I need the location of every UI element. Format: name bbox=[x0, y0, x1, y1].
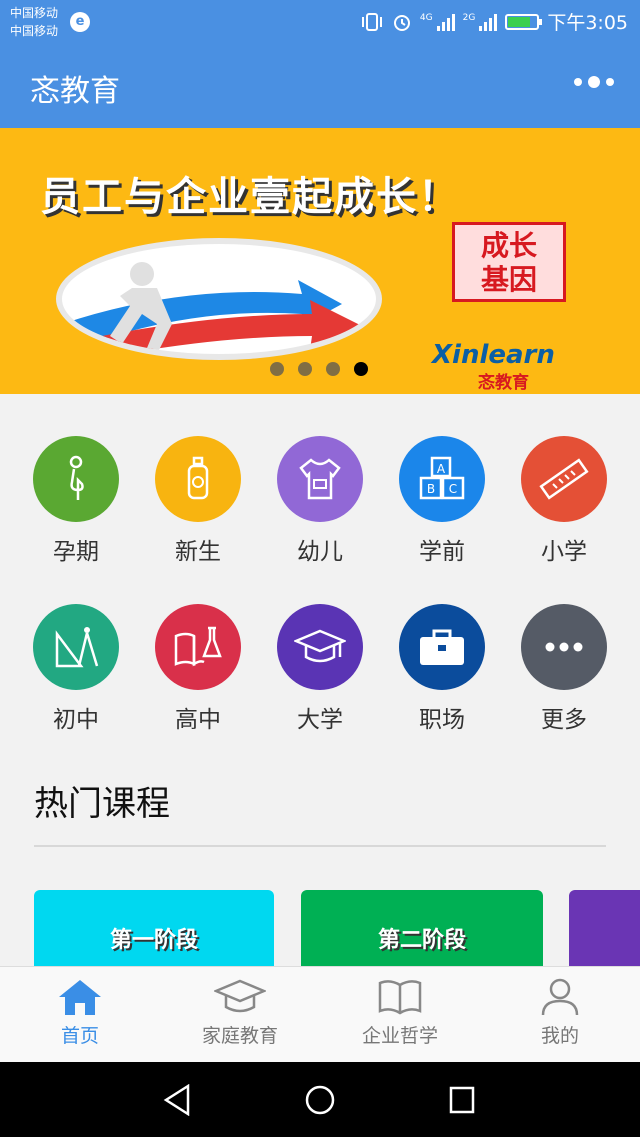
tab-family-education[interactable]: 家庭教育 bbox=[160, 977, 320, 1048]
category-circle bbox=[399, 604, 485, 690]
home-icon bbox=[59, 980, 101, 1015]
category-label: 新生 bbox=[175, 539, 221, 565]
app-header: 忞教育 bbox=[0, 44, 640, 128]
tab-label: 企业哲学 bbox=[361, 1025, 438, 1047]
category-preschool[interactable]: ABC 学前 bbox=[382, 436, 502, 566]
category-primary[interactable]: 小学 bbox=[504, 436, 624, 566]
growth-arrows-illustration bbox=[56, 238, 382, 360]
signal-strength-2-icon: 2G bbox=[463, 13, 498, 31]
back-icon[interactable] bbox=[162, 1084, 192, 1116]
carousel-dot-active[interactable] bbox=[354, 362, 368, 376]
carousel-dot[interactable] bbox=[326, 362, 340, 376]
carrier-2: 中国移动 bbox=[10, 24, 59, 38]
bottom-tab-bar: 首页 家庭教育 企业哲学 我的 bbox=[0, 966, 640, 1062]
category-circle bbox=[277, 604, 363, 690]
category-label: 初中 bbox=[53, 707, 99, 733]
graduation-cap-icon bbox=[214, 979, 266, 1013]
network-type-2: 2G bbox=[462, 12, 476, 23]
category-more[interactable]: 更多 bbox=[504, 604, 624, 734]
category-circle bbox=[521, 436, 607, 522]
status-indicators: 4G 2G 下午3:05 bbox=[360, 8, 628, 35]
tab-me[interactable]: 我的 bbox=[480, 977, 640, 1048]
divider bbox=[34, 845, 606, 847]
stamp-line-1: 成长 bbox=[480, 229, 537, 262]
more-dots-icon[interactable] bbox=[574, 76, 614, 88]
carousel-indicator bbox=[270, 362, 368, 376]
graduation-cap-icon bbox=[294, 629, 346, 663]
category-workplace[interactable]: 职场 bbox=[382, 604, 502, 734]
battery-icon bbox=[505, 13, 543, 30]
category-label: 职场 bbox=[419, 707, 465, 733]
open-book-icon bbox=[378, 980, 422, 1015]
clock: 下午3:05 bbox=[547, 12, 628, 34]
course-card-label: 第一阶段 bbox=[109, 928, 198, 953]
category-pregnancy[interactable]: 孕期 bbox=[16, 436, 136, 566]
pregnant-icon bbox=[69, 455, 84, 500]
category-label: 学前 bbox=[419, 539, 465, 565]
carousel-dot[interactable] bbox=[298, 362, 312, 376]
abc-blocks-icon: AB C bbox=[419, 456, 465, 500]
category-circle: ABC bbox=[399, 436, 485, 522]
svg-text:C: C bbox=[449, 482, 457, 496]
tab-label: 我的 bbox=[540, 1025, 579, 1047]
tab-label: 首页 bbox=[60, 1025, 99, 1047]
category-toddler[interactable]: 幼儿 bbox=[260, 436, 380, 566]
category-circle bbox=[277, 436, 363, 522]
signal-strength-1-icon: 4G bbox=[420, 13, 455, 31]
carousel-dot[interactable] bbox=[270, 362, 284, 376]
category-label: 小学 bbox=[541, 539, 587, 565]
brand-logo-cn: 忞教育 bbox=[478, 373, 529, 393]
system-navigation-bar bbox=[0, 1062, 640, 1137]
tab-corporate-philosophy[interactable]: 企业哲学 bbox=[320, 977, 480, 1048]
course-card[interactable] bbox=[569, 890, 640, 970]
stamp-line-2: 基因 bbox=[480, 263, 537, 296]
banner-carousel[interactable]: 员工与企业壹起成长！ 成长 基因 Xinlearn 忞教育 bbox=[0, 128, 640, 394]
home-circle-icon[interactable] bbox=[304, 1084, 336, 1116]
baby-bottle-icon bbox=[187, 456, 209, 500]
category-junior-high[interactable]: 初中 bbox=[16, 604, 136, 734]
compass-triangle-icon bbox=[55, 627, 99, 668]
section-title-hot-courses: 热门课程 bbox=[34, 784, 170, 824]
category-circle bbox=[33, 436, 119, 522]
category-label: 更多 bbox=[541, 707, 587, 733]
course-card[interactable]: 第一阶段 bbox=[34, 890, 274, 970]
onesie-icon bbox=[299, 458, 341, 500]
brand-logo-en: Xinlearn bbox=[432, 340, 555, 370]
recents-icon[interactable] bbox=[448, 1084, 476, 1116]
person-icon bbox=[541, 978, 579, 1016]
category-circle bbox=[155, 436, 241, 522]
category-senior-high[interactable]: 高中 bbox=[138, 604, 258, 734]
tab-label: 家庭教育 bbox=[201, 1025, 278, 1047]
svg-text:A: A bbox=[437, 462, 446, 476]
category-label: 幼儿 bbox=[297, 539, 343, 565]
category-circle bbox=[521, 604, 607, 690]
alarm-icon bbox=[393, 14, 410, 31]
status-bar: 中国移动 中国移动 e 4G 2G 下午3:05 bbox=[0, 0, 640, 44]
growth-gene-stamp: 成长 基因 bbox=[452, 222, 566, 302]
category-label: 孕期 bbox=[53, 539, 99, 565]
network-type-1: 4G bbox=[419, 12, 433, 23]
course-card-label: 第二阶段 bbox=[377, 928, 466, 953]
category-label: 大学 bbox=[297, 707, 343, 733]
more-icon bbox=[545, 642, 583, 652]
svg-text:B: B bbox=[427, 482, 435, 496]
briefcase-icon bbox=[420, 629, 464, 665]
ruler-icon bbox=[539, 458, 589, 500]
course-card[interactable]: 第二阶段 bbox=[301, 890, 543, 970]
tab-home[interactable]: 首页 bbox=[0, 977, 160, 1048]
category-circle bbox=[33, 604, 119, 690]
vibrate-icon bbox=[361, 12, 382, 31]
category-circle bbox=[155, 604, 241, 690]
category-university[interactable]: 大学 bbox=[260, 604, 380, 734]
category-newborn[interactable]: 新生 bbox=[138, 436, 258, 566]
page-title: 忞教育 bbox=[30, 74, 120, 109]
carrier-1: 中国移动 bbox=[10, 6, 59, 20]
category-label: 高中 bbox=[175, 707, 221, 733]
carrier-badge-icon: e bbox=[70, 12, 90, 32]
book-flask-icon bbox=[174, 626, 222, 667]
banner-slogan: 员工与企业壹起成长！ bbox=[40, 174, 460, 220]
carrier-info: 中国移动 中国移动 bbox=[10, 4, 58, 40]
